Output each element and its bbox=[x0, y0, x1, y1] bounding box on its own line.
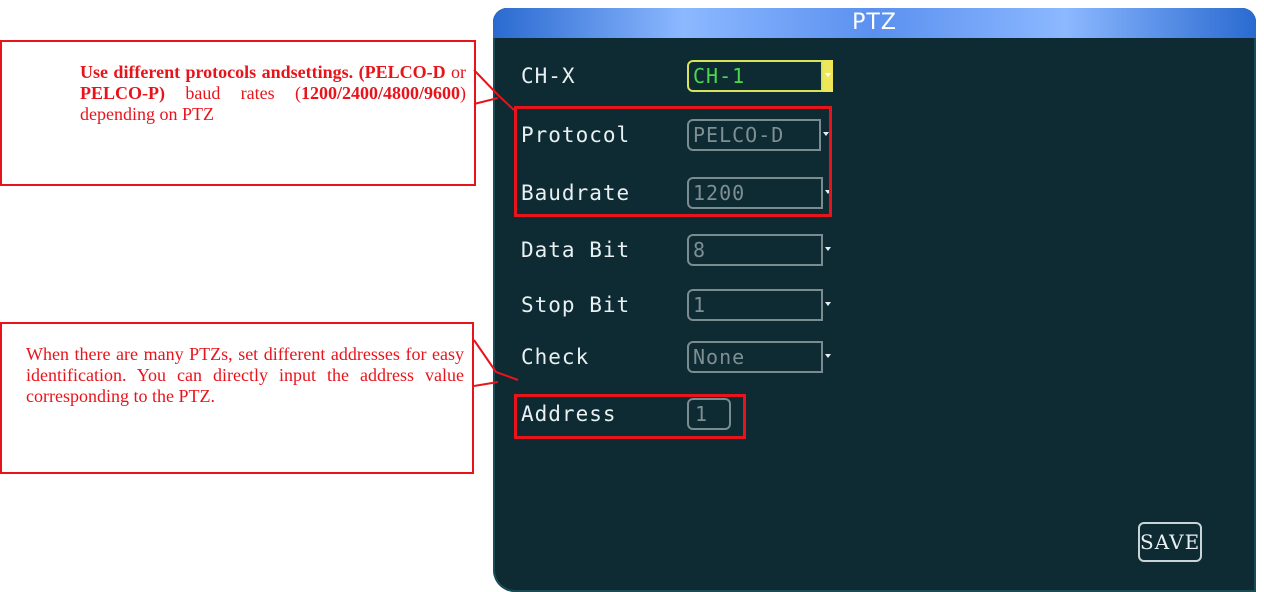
ch-x-value: CH-1 bbox=[693, 64, 746, 88]
callout-text-3: or bbox=[445, 62, 467, 82]
address-callout-text: When there are many PTZs, set different … bbox=[26, 344, 464, 406]
callout-text-2: (PELCO-D bbox=[358, 62, 446, 82]
callout-text-5: baud rates ( bbox=[165, 83, 301, 103]
dropdown-arrow-icon[interactable] bbox=[821, 234, 833, 266]
protocol-baudrate-highlight bbox=[514, 106, 832, 217]
data-bit-label: Data Bit bbox=[521, 238, 631, 262]
callout-text-1: Use different protocols andsettings. bbox=[80, 62, 354, 82]
stop-bit-label: Stop Bit bbox=[521, 293, 631, 317]
stop-bit-value: 1 bbox=[693, 293, 707, 317]
check-label: Check bbox=[521, 345, 590, 369]
callout-text-4: PELCO-P) bbox=[80, 83, 165, 103]
dropdown-arrow-icon[interactable] bbox=[821, 60, 833, 92]
callout-text-6: 1200/2400/4800/9600 bbox=[300, 83, 460, 103]
dropdown-arrow-icon[interactable] bbox=[821, 341, 833, 373]
dropdown-arrow-icon[interactable] bbox=[821, 289, 833, 321]
check-value: None bbox=[693, 345, 746, 369]
ch-x-label: CH-X bbox=[521, 64, 576, 88]
check-select[interactable]: None bbox=[687, 341, 833, 373]
ch-x-select[interactable]: CH-1 bbox=[687, 60, 833, 92]
stop-bit-select[interactable]: 1 bbox=[687, 289, 833, 321]
data-bit-value: 8 bbox=[693, 238, 707, 262]
protocol-callout: Use different protocols andsettings. (PE… bbox=[0, 40, 476, 186]
ptz-settings-screen: PTZ CH-X CH-1 Protocol PELCO-D Baudrate … bbox=[493, 8, 1256, 592]
save-button[interactable]: SAVE bbox=[1138, 522, 1202, 562]
data-bit-select[interactable]: 8 bbox=[687, 234, 833, 266]
title-bar: PTZ bbox=[493, 8, 1256, 38]
address-callout: When there are many PTZs, set different … bbox=[0, 322, 474, 474]
address-highlight bbox=[514, 394, 746, 439]
screen-title: PTZ bbox=[852, 10, 897, 35]
